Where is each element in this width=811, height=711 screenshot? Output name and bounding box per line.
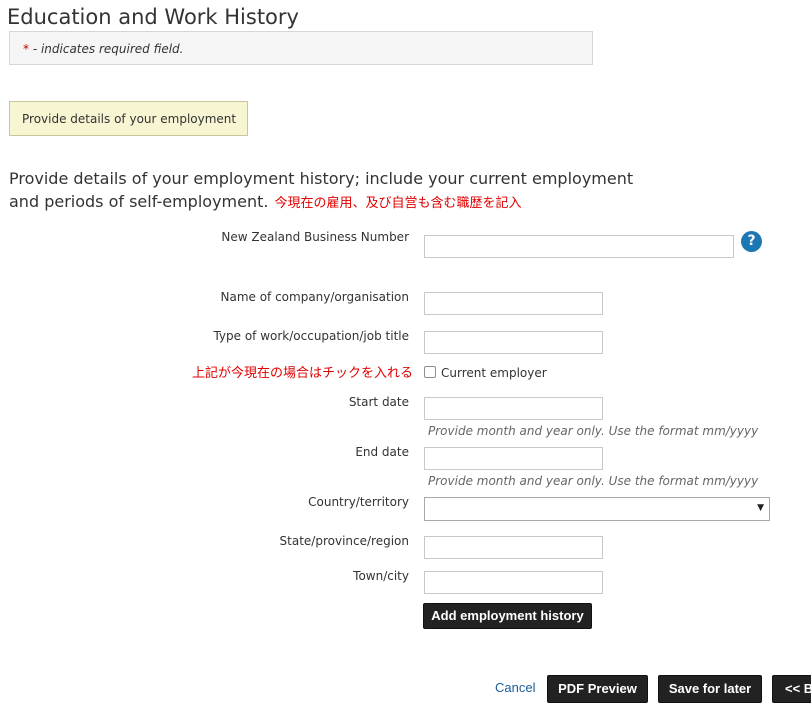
state-input[interactable] [424, 536, 603, 559]
end-date-input[interactable] [424, 447, 603, 470]
town-label: Town/city [353, 569, 409, 583]
required-notice-label: - indicates required field. [29, 42, 184, 56]
help-icon[interactable]: ? [741, 231, 762, 252]
end-date-hint: Provide month and year only. Use the for… [428, 474, 759, 488]
required-field-notice: * - indicates required field. [9, 31, 593, 65]
nzbn-input[interactable] [424, 235, 734, 258]
dropdown-arrow-icon: ▼ [757, 503, 764, 513]
job-title-label: Type of work/occupation/job title [213, 329, 409, 343]
cancel-link[interactable]: Cancel [495, 680, 535, 695]
save-for-later-button[interactable]: Save for later [658, 675, 762, 703]
state-label: State/province/region [279, 534, 409, 548]
country-select[interactable]: ▼ [424, 497, 770, 521]
back-button[interactable]: << B [772, 675, 811, 703]
nzbn-label: New Zealand Business Number [221, 230, 409, 244]
intro-line-1: Provide details of your employment histo… [9, 169, 634, 188]
intro-line-2-text: and periods of self-employment. [9, 192, 269, 211]
town-input[interactable] [424, 571, 603, 594]
pdf-preview-button[interactable]: PDF Preview [547, 675, 648, 703]
job-title-input[interactable] [424, 331, 603, 354]
start-date-input[interactable] [424, 397, 603, 420]
current-employer-checkbox[interactable] [424, 366, 436, 378]
country-label: Country/territory [308, 495, 409, 509]
section-tab-employment[interactable]: Provide details of your employment [9, 101, 248, 136]
current-employer-label[interactable]: Current employer [441, 366, 547, 380]
current-employer-jp-annotation: 上記が今現在の場合はチックを入れる [191, 366, 413, 381]
add-employment-history-button[interactable]: Add employment history [423, 603, 592, 629]
company-input[interactable] [424, 292, 603, 315]
intro-jp-annotation: 今現在の雇用、及び自営も含む職歴を記入 [274, 196, 522, 211]
company-label: Name of company/organisation [220, 290, 409, 304]
page-title: Education and Work History [7, 5, 299, 29]
intro-line-2: and periods of self-employment. 今現在の雇用、及び… [9, 192, 521, 211]
end-date-label: End date [355, 445, 409, 459]
start-date-hint: Provide month and year only. Use the for… [428, 424, 759, 438]
required-field-text: * - indicates required field. [23, 42, 183, 56]
start-date-label: Start date [348, 395, 409, 409]
